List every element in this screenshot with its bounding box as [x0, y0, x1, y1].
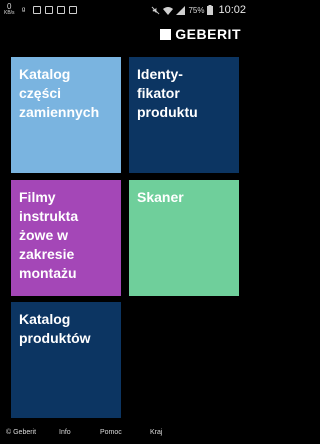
wifi-icon — [163, 6, 174, 15]
footer-link-info[interactable]: Info — [59, 429, 71, 436]
logo-square-icon — [160, 28, 172, 40]
tile-product-catalog[interactable]: Katalog produktów — [11, 302, 121, 418]
network-speed-value: 0 — [7, 2, 12, 11]
footer: © Geberit Info Pomoc Kraj — [0, 426, 250, 440]
bag-icon — [68, 6, 77, 14]
battery-percent: 75% — [188, 5, 205, 15]
status-bar: 0 KB/s ᵍ 75% 10:02 — [0, 0, 250, 20]
bag-icon — [56, 6, 65, 14]
mute-icon — [152, 6, 160, 14]
tile-spare-parts-catalog[interactable]: Katalog części zamiennych — [11, 57, 121, 173]
notification-g-icon: ᵍ — [21, 4, 26, 15]
bag-icon — [32, 6, 41, 14]
geberit-logo: GEBERIT — [160, 26, 241, 42]
tile-scanner[interactable]: Skaner — [129, 180, 239, 296]
network-speed-unit: KB/s — [4, 10, 15, 16]
network-speed-indicator: 0 KB/s — [4, 3, 15, 17]
tile-product-identifier[interactable]: Identy- fikator produktu — [129, 57, 239, 173]
status-bar-left: 0 KB/s ᵍ — [0, 3, 77, 17]
status-bar-right: 75% 10:02 — [151, 4, 250, 16]
footer-link-help[interactable]: Pomoc — [100, 429, 122, 436]
logo-text: GEBERIT — [175, 26, 241, 42]
signal-icon — [176, 5, 186, 15]
clock: 10:02 — [218, 4, 246, 16]
tile-installation-videos[interactable]: Filmy instrukta żowe w zakresie montażu — [11, 180, 121, 296]
battery-icon — [207, 5, 214, 15]
footer-copyright: © Geberit — [6, 429, 37, 436]
footer-link-country[interactable]: Kraj — [150, 429, 162, 436]
bag-icon — [44, 6, 53, 14]
